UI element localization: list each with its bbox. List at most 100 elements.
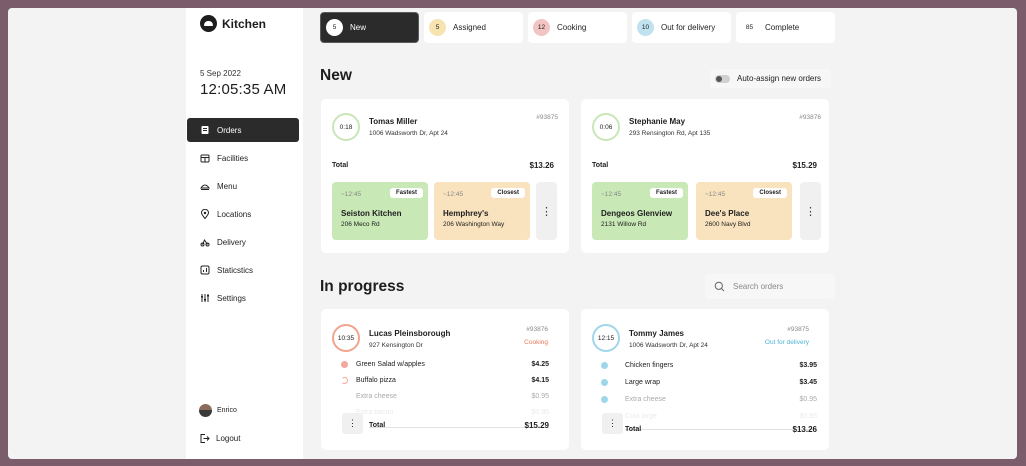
total-label: Total [332,162,349,169]
list-item[interactable]: Extra cheese $0.95 [341,392,549,408]
app-frame: Kitchen 5 Sep 2022 12:05:35 AM Orders Fa… [8,8,1017,459]
sidebar-item-delivery[interactable]: Delivery [187,230,299,254]
logout-icon [200,434,210,443]
item-price: $0.95 [531,409,549,416]
item-status-dot [601,396,608,403]
order-items: Green Salad w/apples $4.25 Buffalo pizza… [341,360,549,416]
list-item[interactable]: Extra bacon $0.95 [341,408,549,416]
search-input[interactable]: Search orders [733,282,783,291]
item-status-dot [341,361,348,368]
sidebar-item-facilities[interactable]: Facilities [187,146,299,170]
item-name: Buffalo pizza [356,377,396,384]
facility-option[interactable]: ~12:45 Fastest Seiston Kitchen 206 Meco … [332,182,428,240]
auto-assign-toggle[interactable]: Auto-assign new orders [710,69,831,88]
sidebar-item-label: Locations [217,209,252,219]
sidebar-item-statistics[interactable]: Staticstics [187,258,299,282]
sidebar: Kitchen 5 Sep 2022 12:05:35 AM Orders Fa… [186,8,303,459]
sidebar-item-locations[interactable]: Locations [187,202,299,226]
search-orders[interactable]: Search orders [705,274,835,299]
list-item[interactable]: Extra cheese $0.95 [601,395,817,412]
order-card[interactable]: 0:18 Tomas Miller 1006 Wadsworth Dr, Apt… [321,99,569,253]
sidebar-item-label: Settings [217,293,246,303]
order-card[interactable]: 10:35 Lucas Pleinsborough 927 Kensington… [321,309,569,450]
tab-cooking[interactable]: 12 Cooking [528,12,627,43]
item-name: Extra cheese [625,396,666,403]
tab-count: 5 [429,19,446,36]
section-title-new: New [320,67,352,84]
toggle-switch[interactable] [715,74,730,83]
order-id: #93876 [799,114,821,121]
item-price: $0.95 [531,393,549,400]
item-price: $4.25 [531,361,549,368]
customer-name: Stephanie May [629,117,686,126]
item-name: Green Salad w/apples [356,361,425,368]
total-value: $15.29 [524,421,549,430]
sidebar-item-label: Facilities [217,153,249,163]
tab-out-for-delivery[interactable]: 10 Out for delivery [632,12,731,43]
list-item[interactable]: Buffalo pizza $4.15 [341,376,549,392]
customer-address: 1006 Wadsworth Dr, Apt 24 [629,342,708,349]
more-options-button[interactable]: ⋮ [536,182,557,240]
facility-name: Dengeos Glenview [601,209,673,218]
total-label: Total [369,422,386,429]
auto-assign-label: Auto-assign new orders [737,74,822,83]
order-timer: 0:06 [592,113,620,141]
facility-tag: Closest [753,188,787,198]
order-card[interactable]: 0:06 Stephanie May 293 Rensington Rd, Ap… [581,99,829,253]
customer-address: 1006 Wadsworth Dr, Apt 24 [369,130,448,137]
user-profile[interactable]: Enrico [199,404,237,417]
customer-address: 293 Rensington Rd, Apt 135 [629,130,711,137]
facility-tag: Fastest [389,188,423,198]
facility-tag: Closest [491,188,525,198]
customer-name: Tommy James [629,329,684,338]
logout-button[interactable]: Logout [199,433,240,444]
facility-option[interactable]: ~12:45 Closest Dee's Place 2600 Navy Blv… [696,182,792,240]
eta: ~12:45 [443,191,464,198]
item-status-dot [601,362,608,369]
sidebar-item-orders[interactable]: Orders [187,118,299,142]
tab-label: Complete [765,23,800,32]
sidebar-item-menu[interactable]: Menu [187,174,299,198]
facility-address: 2131 Willow Rd [601,221,647,228]
list-item[interactable]: Large wrap $3.45 [601,378,817,395]
avatar [199,404,212,417]
sidebar-nav: Orders Facilities Menu Locations Deliver… [186,118,303,314]
order-id: #93875 [787,326,809,333]
list-item[interactable]: Chicken fingers $3.95 [601,361,817,378]
tab-label: Out for delivery [661,23,716,32]
sidebar-item-settings[interactable]: Settings [187,286,299,310]
list-item[interactable]: Cola large $0.95 [601,412,817,420]
order-timer: 0:18 [332,113,360,141]
tab-complete[interactable]: 85 Complete [736,12,835,43]
divider [369,427,549,428]
item-name: Large wrap [625,379,661,386]
order-id: #93875 [536,114,558,121]
facility-tag: Fastest [649,188,683,198]
app-logo[interactable]: Kitchen [200,15,266,32]
app-name: Kitchen [222,16,267,31]
total-label: Total [625,426,642,433]
tab-label: Cooking [557,23,587,32]
more-options-button[interactable]: ⋮ [342,413,363,434]
facility-address: 206 Meco Rd [341,221,380,228]
facilities-icon [200,153,210,163]
sidebar-item-label: Delivery [217,237,246,247]
facility-address: 206 Washington Way [443,221,505,228]
total-value: $13.26 [792,425,817,434]
facility-address: 2600 Navy Blvd [705,221,751,228]
more-options-button[interactable]: ⋮ [800,182,821,240]
list-item[interactable]: Green Salad w/apples $4.25 [341,360,549,376]
facility-name: Hemphrey's [443,209,489,218]
item-price: $3.95 [799,362,817,369]
order-card[interactable]: 12:15 Tommy James 1006 Wadsworth Dr, Apt… [581,309,829,450]
orders-icon [200,125,210,135]
facility-option[interactable]: ~12:45 Fastest Dengeos Glenview 2131 Wil… [592,182,688,240]
tab-new[interactable]: 5 New [320,12,419,43]
facility-option[interactable]: ~12:45 Closest Hemphrey's 206 Washington… [434,182,530,240]
order-id: #93876 [526,326,548,333]
tab-assigned[interactable]: 5 Assigned [424,12,523,43]
more-options-button[interactable]: ⋮ [602,413,623,434]
tab-count: 5 [326,19,343,36]
chef-hat-icon [200,15,217,32]
current-date: 5 Sep 2022 [200,69,241,78]
